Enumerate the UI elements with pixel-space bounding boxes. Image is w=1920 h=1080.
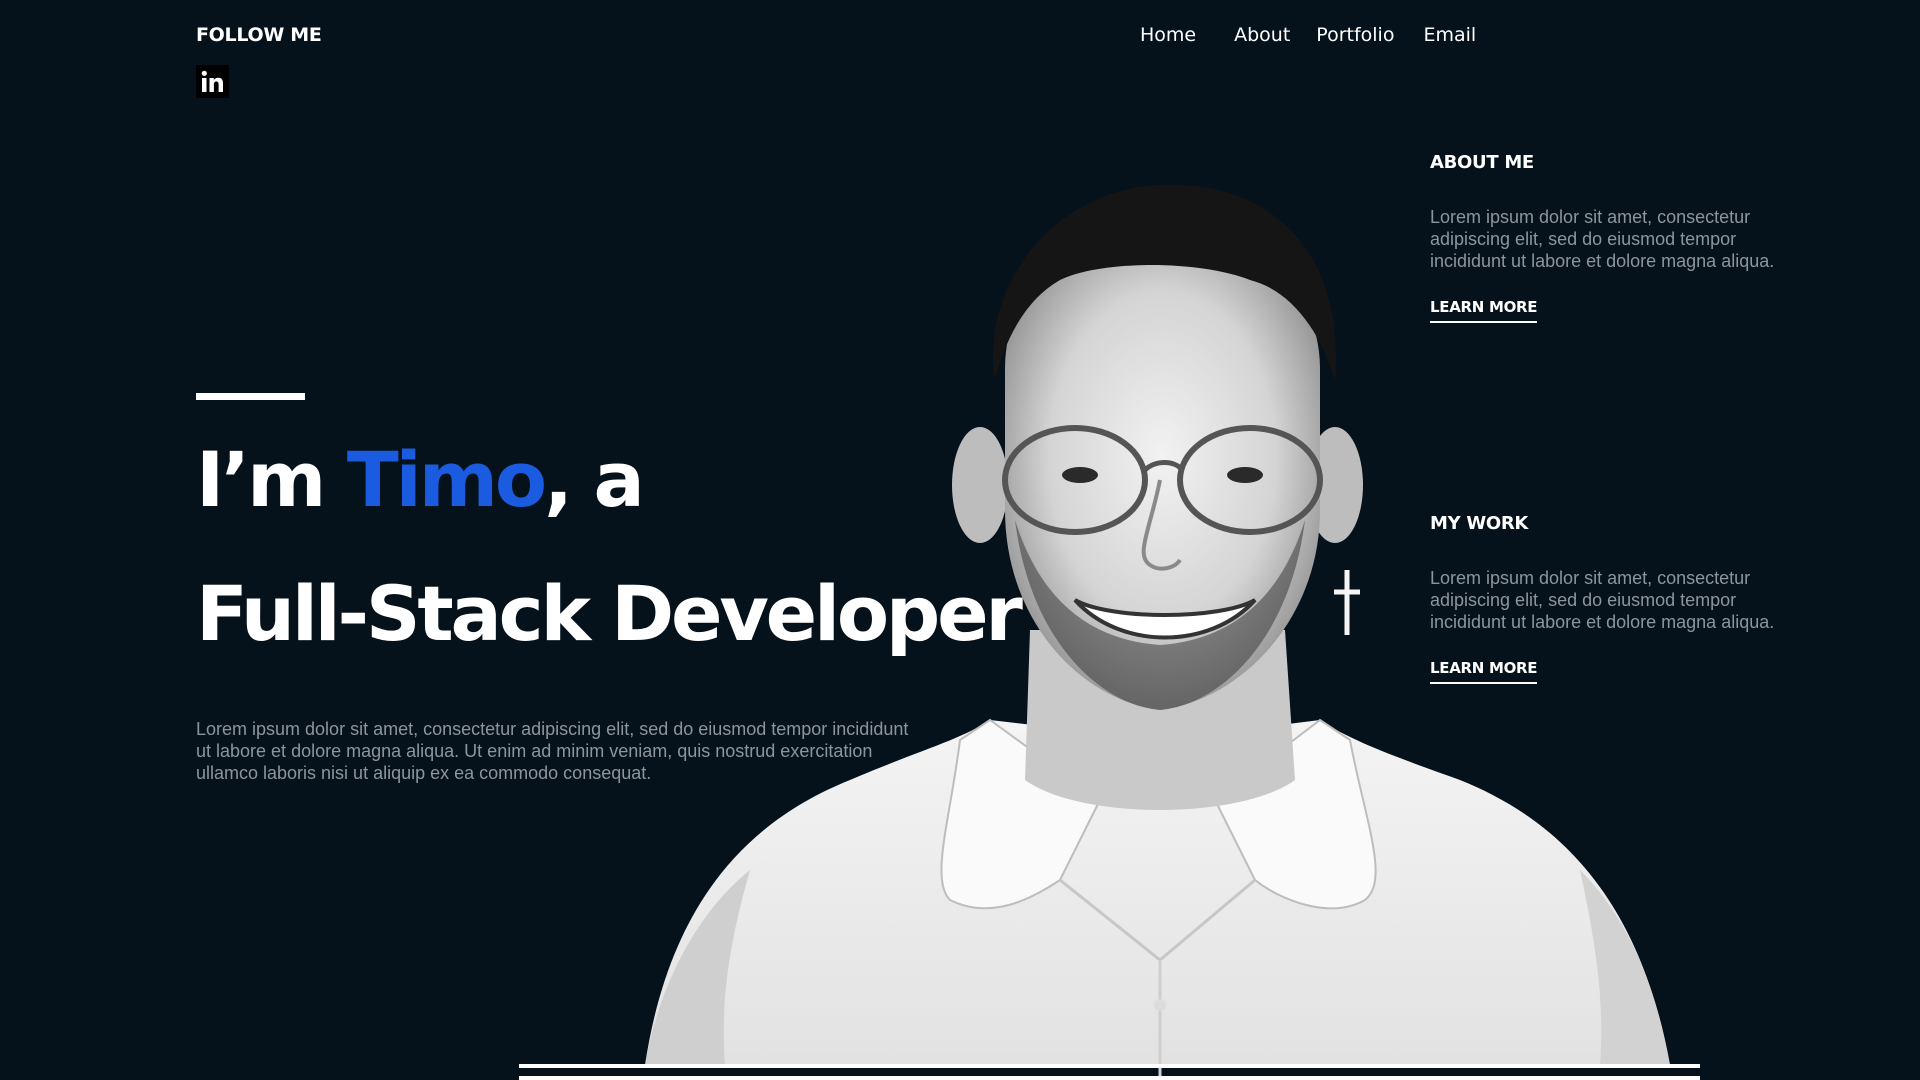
about-me-section: ABOUT ME Lorem ipsum dolor sit amet, con… (1430, 152, 1775, 323)
my-work-title: MY WORK (1430, 513, 1529, 534)
nav-email[interactable]: Email (1423, 24, 1476, 46)
linkedin-link[interactable] (196, 65, 229, 98)
hero-description: Lorem ipsum dolor sit amet, consectetur … (196, 719, 909, 783)
nav-home[interactable]: Home (1140, 24, 1196, 46)
hero-name: Timo (346, 435, 547, 524)
hero-prefix: I’m (196, 435, 347, 524)
main-nav: Home About Portfolio Email (1140, 24, 1476, 46)
linkedin-icon (201, 70, 223, 92)
nav-portfolio[interactable]: Portfolio (1316, 24, 1394, 46)
about-me-learn-more-link[interactable]: LEARN MORE (1430, 298, 1538, 323)
bottom-divider-secondary (519, 1076, 1700, 1080)
follow-title: FOLLOW ME (196, 24, 322, 46)
my-work-section: MY WORK Lorem ipsum dolor sit amet, cons… (1430, 513, 1775, 684)
hero-heading-line2: Full-Stack Developer (196, 569, 1023, 658)
my-work-text: Lorem ipsum dolor sit amet, consectetur … (1430, 568, 1775, 632)
about-me-text: Lorem ipsum dolor sit amet, consectetur … (1430, 207, 1775, 271)
hero-suffix: , a (544, 435, 645, 524)
my-work-learn-more-link[interactable]: LEARN MORE (1430, 659, 1538, 684)
follow-section: FOLLOW ME (196, 24, 322, 46)
accent-bar (196, 393, 305, 400)
about-me-title: ABOUT ME (1430, 152, 1534, 173)
nav-about[interactable]: About (1234, 24, 1290, 46)
bottom-divider (519, 1064, 1700, 1068)
hero-heading-line1: I’m Timo, a (196, 442, 645, 518)
page: FOLLOW ME Home About Portfolio Email I’m… (0, 0, 1920, 1080)
